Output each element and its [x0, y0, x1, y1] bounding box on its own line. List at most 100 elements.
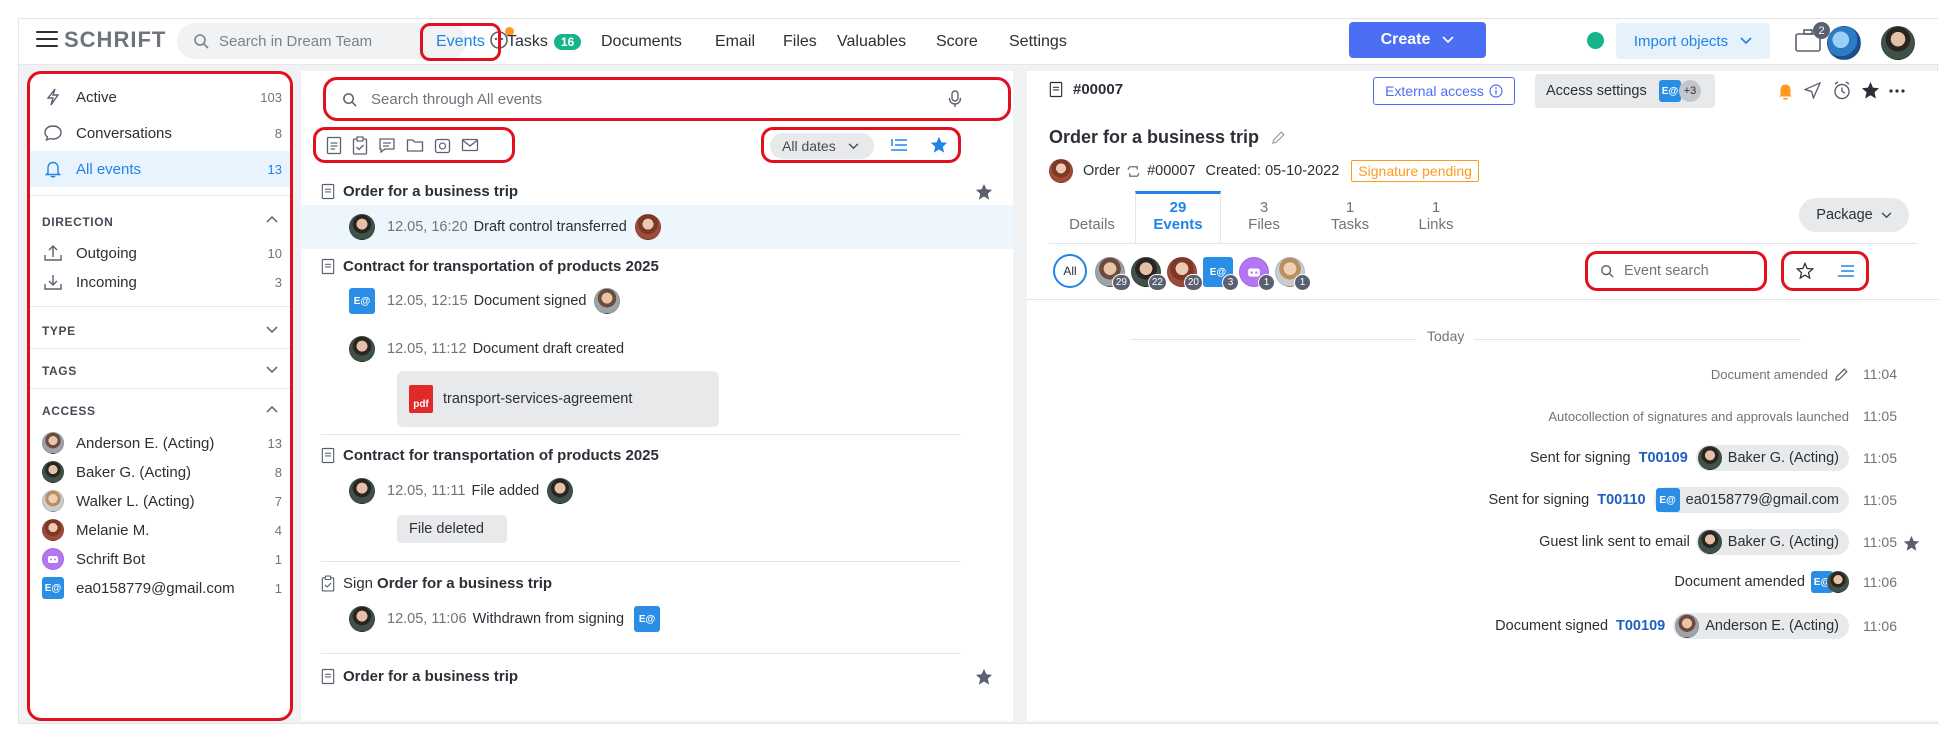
pencil-icon[interactable] — [1271, 130, 1286, 145]
create-button[interactable]: Create — [1349, 22, 1486, 58]
tab-score[interactable]: Score — [936, 27, 978, 57]
user-avatar[interactable] — [1881, 26, 1915, 60]
feed-time: 11:05 — [1863, 534, 1897, 550]
event-group-title[interactable]: Order for a business trip — [321, 183, 518, 200]
feed-time: 11:06 — [1863, 574, 1897, 590]
person-chip[interactable]: Baker G. (Acting) — [1695, 529, 1849, 555]
participant-filter[interactable]: 1 — [1239, 257, 1275, 291]
star-filled-icon[interactable] — [930, 136, 948, 154]
star-filled-icon[interactable] — [1861, 81, 1880, 100]
task-link[interactable]: T00109 — [1639, 450, 1688, 466]
bell-filled-icon[interactable] — [1777, 82, 1794, 100]
tab-files[interactable]: Files — [783, 27, 817, 57]
event-row[interactable]: 12.05, 11:11 File added — [301, 469, 1013, 513]
tab-events[interactable]: Events — [420, 23, 501, 61]
sidebar-item-incoming[interactable]: Incoming 3 — [30, 264, 290, 300]
all-participants-filter[interactable]: All — [1053, 254, 1087, 288]
event-group-title[interactable]: Sign Order for a business trip — [321, 575, 552, 592]
type-section-header[interactable]: TYPE — [42, 324, 76, 338]
tab-email[interactable]: Email — [715, 27, 755, 57]
menu-icon[interactable] — [36, 31, 58, 49]
tab-details[interactable]: Details — [1049, 191, 1135, 243]
sidebar-item-all-events[interactable]: All events 13 — [30, 151, 290, 187]
message-icon[interactable] — [378, 137, 396, 154]
star-filled-icon[interactable] — [975, 668, 993, 686]
tab-events-detail[interactable]: 29 Events — [1135, 191, 1221, 243]
feed-text: Autocollection of signatures and approva… — [1548, 408, 1849, 424]
access-settings-label: Access settings — [1546, 83, 1647, 99]
participant-filter[interactable]: 22 — [1131, 257, 1167, 291]
briefcase-icon[interactable]: 2 — [1794, 22, 1830, 57]
tab-links-detail[interactable]: 1 Links — [1393, 191, 1479, 243]
person-chip[interactable]: E@ ea0158779@gmail.com — [1653, 487, 1849, 513]
divider — [321, 561, 961, 562]
sidebar-item-conversations[interactable]: Conversations 8 — [30, 115, 290, 151]
chevron-down-icon — [1881, 211, 1892, 218]
tab-settings[interactable]: Settings — [1009, 27, 1067, 57]
event-time: 12.05, 11:11 — [387, 483, 466, 499]
event-search-input[interactable]: Event search — [1585, 251, 1767, 291]
task-link[interactable]: T00109 — [1616, 618, 1665, 634]
folder-icon[interactable] — [406, 137, 424, 153]
chevron-up-icon[interactable] — [266, 405, 278, 413]
participant-filter[interactable]: E@ 3 — [1203, 257, 1239, 291]
attached-file[interactable]: pdf transport-services-agreement — [397, 371, 719, 427]
event-row[interactable]: 12.05, 16:20 Draft control transferred — [301, 205, 1013, 249]
event-row[interactable]: 12.05, 11:12 Document draft created — [301, 327, 1013, 371]
person-chip[interactable]: Anderson E. (Acting) — [1673, 613, 1849, 639]
send-icon[interactable] — [1804, 82, 1821, 99]
event-group-title[interactable]: Contract for transportation of products … — [321, 447, 659, 464]
sidebar-item-count: 103 — [260, 89, 282, 105]
star-filled-icon[interactable] — [1903, 535, 1920, 552]
workspace-avatar[interactable] — [1827, 26, 1861, 60]
all-dates-dropdown[interactable]: All dates — [770, 133, 874, 159]
event-row[interactable]: 12.05, 11:06 Withdrawn from signing E@ — [301, 597, 1013, 641]
tab-tasks[interactable]: Tasks 16 — [507, 27, 582, 57]
events-search-input[interactable]: Search through All events — [323, 77, 1011, 121]
sidebar-item-access-email[interactable]: E@ ea0158779@gmail.com 1 — [30, 570, 290, 606]
participant-count: 29 — [1111, 274, 1131, 291]
tab-valuables[interactable]: Valuables — [837, 27, 906, 57]
task-link[interactable]: T00110 — [1597, 492, 1645, 508]
access-settings-button[interactable]: Access settings E@ +3 — [1535, 74, 1715, 108]
sort-icon[interactable] — [1837, 264, 1855, 278]
upload-icon — [44, 245, 62, 261]
package-dropdown[interactable]: Package — [1799, 198, 1909, 232]
chevron-down-icon[interactable] — [266, 326, 278, 334]
participant-filter[interactable]: 20 — [1167, 257, 1203, 291]
tab-documents[interactable]: Documents — [601, 27, 682, 57]
envelope-icon[interactable] — [461, 138, 479, 152]
feed-filter-controls — [1781, 251, 1869, 291]
participant-count: 22 — [1147, 274, 1167, 291]
chevron-down-icon[interactable] — [266, 366, 278, 374]
event-group-title[interactable]: Contract for transportation of products … — [321, 258, 659, 275]
sort-icon[interactable] — [890, 138, 908, 152]
tab-count: 29 — [1169, 199, 1187, 216]
tab-tasks-detail[interactable]: 1 Tasks — [1307, 191, 1393, 243]
event-row[interactable]: E@ 12.05, 12:15 Document signed — [301, 279, 1013, 323]
event-group-title[interactable]: Order for a business trip — [321, 668, 518, 685]
direction-section-header[interactable]: DIRECTION — [42, 215, 113, 229]
participant-filter[interactable]: 29 — [1095, 257, 1131, 291]
event-group-prefix: Sign — [343, 575, 374, 592]
email-contact-icon: E@ — [349, 288, 375, 314]
clipboard-check-icon[interactable] — [352, 135, 368, 155]
access-section-header[interactable]: ACCESS — [42, 404, 96, 418]
alarm-clock-icon[interactable] — [1833, 81, 1851, 100]
external-access-button[interactable]: External access — [1373, 77, 1515, 105]
microphone-icon[interactable] — [948, 90, 962, 108]
sidebar-item-count: 1 — [274, 551, 282, 567]
person-chip[interactable]: Baker G. (Acting) — [1695, 445, 1849, 471]
sidebar-item-active[interactable]: Active 103 — [30, 79, 290, 115]
chevron-up-icon[interactable] — [266, 215, 278, 223]
import-objects-button[interactable]: Import objects — [1616, 23, 1770, 59]
more-options-icon[interactable] — [1889, 89, 1905, 93]
valuables-icon[interactable] — [434, 137, 451, 154]
participant-filter[interactable]: 1 — [1275, 257, 1311, 291]
tab-files-detail[interactable]: 3 Files — [1221, 191, 1307, 243]
tags-section-header[interactable]: TAGS — [42, 364, 77, 378]
document-icon[interactable] — [326, 136, 342, 155]
email-contact-icon: E@ — [634, 606, 661, 632]
star-filled-icon[interactable] — [975, 183, 993, 201]
star-outline-icon[interactable] — [1795, 262, 1814, 280]
